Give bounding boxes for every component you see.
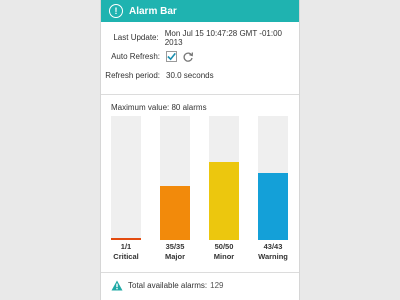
bar-label-minor: 50/50 Minor [204, 242, 244, 261]
total-alarms-label: Total available alarms: [128, 281, 208, 290]
bar-track-critical [111, 116, 141, 240]
total-alarms-count: 129 [210, 281, 224, 290]
refresh-icon[interactable] [182, 51, 194, 63]
bar-track-major [160, 116, 190, 240]
refresh-period-label: Refresh period: [105, 71, 160, 80]
refresh-period-value: 30.0 seconds [166, 71, 214, 80]
footer-divider [101, 272, 299, 273]
footer: Total available alarms: 129 [111, 280, 224, 291]
bar-category-warning: Warning [258, 251, 288, 261]
bar-track-minor [209, 116, 239, 240]
alarm-bar-chart [111, 116, 291, 240]
bar-label-warning: 43/43 Warning [253, 242, 293, 261]
alarm-bar-panel: ! Alarm Bar Last Update: Mon Jul 15 10:4… [100, 0, 300, 300]
maximum-value-text: Maximum value: 80 alarms [111, 103, 207, 112]
bar-labels: 1/1 Critical 35/35 Major 50/50 Minor 43/43 Warn… [111, 242, 291, 266]
bar-count-major: 35/35 [165, 242, 185, 251]
bar-fill-major [160, 186, 190, 240]
auto-refresh-label: Auto Refresh: [111, 52, 160, 61]
info-section: Last Update: Mon Jul 15 10:47:28 GMT -01… [101, 22, 299, 85]
bar-category-critical: Critical [113, 251, 139, 261]
bar-category-minor: Minor [213, 251, 235, 261]
refresh-period-row: Refresh period: 30.0 seconds [101, 66, 299, 85]
bar-count-critical: 1/1 [120, 242, 132, 251]
bar-label-critical: 1/1 Critical [106, 242, 146, 261]
bar-fill-critical [111, 238, 141, 240]
bar-label-major: 35/35 Major [155, 242, 195, 261]
title-bar: ! Alarm Bar [101, 0, 299, 22]
bar-category-major: Major [164, 251, 185, 261]
warning-triangle-icon [111, 280, 123, 291]
window-title: Alarm Bar [129, 5, 177, 17]
auto-refresh-row: Auto Refresh: [101, 47, 299, 66]
bar-fill-minor [209, 162, 239, 240]
bar-track-warning [258, 116, 288, 240]
bar-count-minor: 50/50 [214, 242, 234, 251]
exclamation-circle-icon: ! [109, 4, 123, 18]
auto-refresh-checkbox[interactable] [166, 51, 177, 62]
last-update-value: Mon Jul 15 10:47:28 GMT -01:00 2013 [164, 28, 282, 47]
last-update-label: Last Update: [113, 33, 159, 42]
bar-fill-warning [258, 173, 288, 240]
bar-count-warning: 43/43 [263, 242, 283, 251]
check-icon [167, 52, 176, 61]
last-update-row: Last Update: Mon Jul 15 10:47:28 GMT -01… [101, 28, 299, 47]
